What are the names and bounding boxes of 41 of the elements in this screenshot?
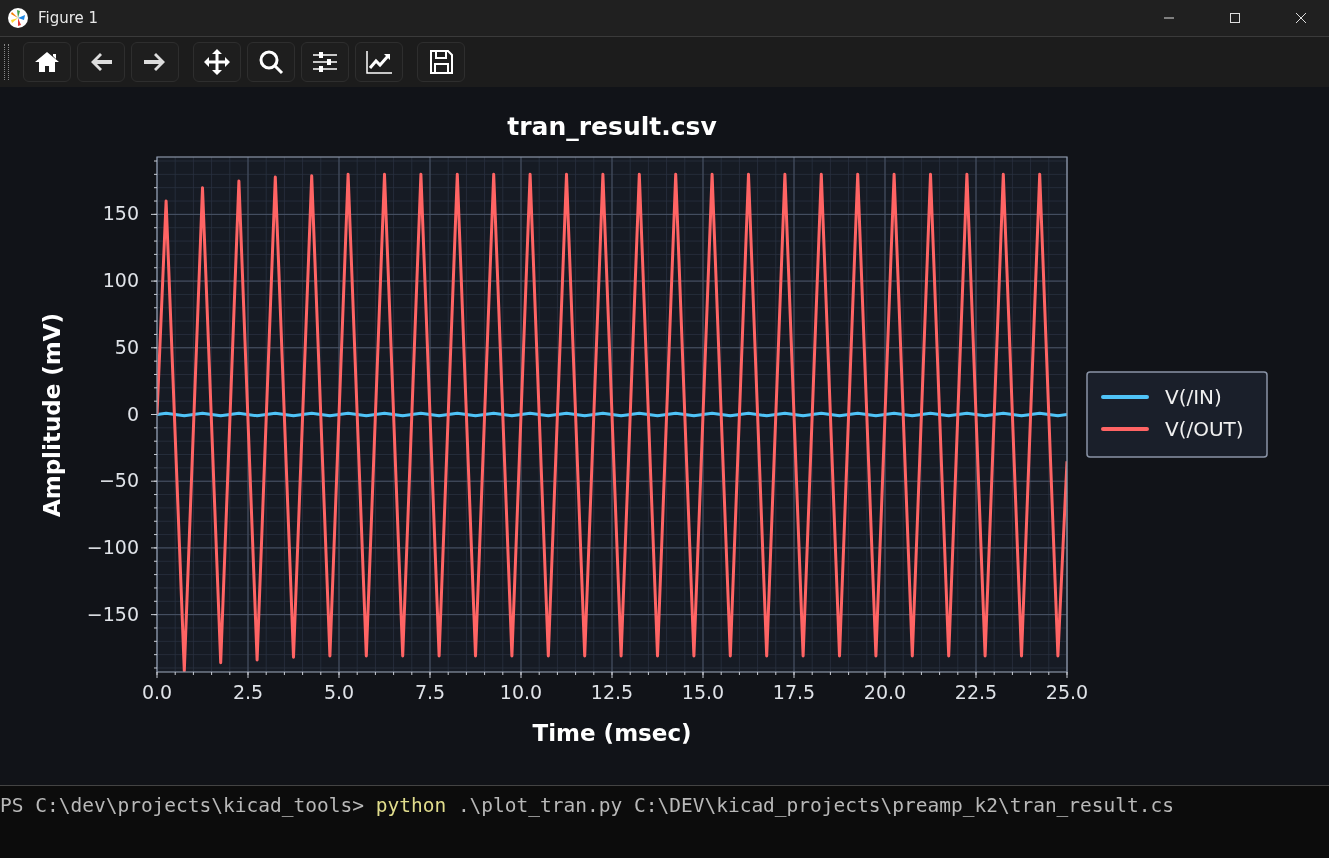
y-tick-label: −100 [86, 535, 139, 558]
window-title: Figure 1 [38, 9, 99, 27]
maximize-icon[interactable] [1229, 12, 1241, 24]
terminal-line: PS C:\dev\projects\kicad_tools> python .\plot_tran.py C:\DEV\kicad_projects\preamp_k2\tran_result.cs [0, 794, 1176, 817]
x-tick-label: 25.0 [1045, 681, 1089, 703]
x-tick-label: 7.5 [414, 681, 446, 703]
close-icon[interactable] [1295, 12, 1307, 24]
subplots-button[interactable] [301, 42, 349, 82]
y-tick-label: 100 [102, 269, 139, 292]
y-tick-label: −150 [86, 602, 139, 625]
legend-swatch [1101, 427, 1149, 431]
line-chart-icon [365, 48, 393, 76]
y-tick-label: 0 [126, 402, 139, 425]
home-button[interactable] [23, 42, 71, 82]
legend-label: V(/OUT) [1165, 417, 1244, 441]
y-tick-label: 150 [102, 202, 139, 225]
x-tick-label: 5.0 [323, 681, 355, 703]
x-axis-label: Time (msec) [532, 720, 692, 746]
axes-button[interactable] [355, 42, 403, 82]
legend-label: V(/IN) [1165, 385, 1222, 409]
y-axis-label: Amplitude (mV) [39, 312, 65, 518]
y-tick-label: −50 [98, 469, 139, 492]
search-icon [257, 48, 285, 76]
x-tick-label: 22.5 [954, 681, 998, 703]
x-tick-label: 12.5 [590, 681, 634, 703]
pan-button[interactable] [193, 42, 241, 82]
move-icon [203, 48, 231, 76]
y-tick-label: 50 [114, 335, 139, 358]
forward-button[interactable] [131, 42, 179, 82]
chart-title: tran_result.csv [507, 112, 717, 141]
x-tick-label: 15.0 [681, 681, 725, 703]
x-tick-label: 0.0 [141, 681, 173, 703]
x-tick-label: 10.0 [499, 681, 543, 703]
back-button[interactable] [77, 42, 125, 82]
zoom-button[interactable] [247, 42, 295, 82]
app-logo-icon [8, 8, 28, 28]
legend-swatch [1101, 395, 1149, 399]
save-button[interactable] [417, 42, 465, 82]
x-tick-label: 2.5 [232, 681, 264, 703]
x-tick-label: 17.5 [772, 681, 816, 703]
x-tick-label: 20.0 [863, 681, 907, 703]
